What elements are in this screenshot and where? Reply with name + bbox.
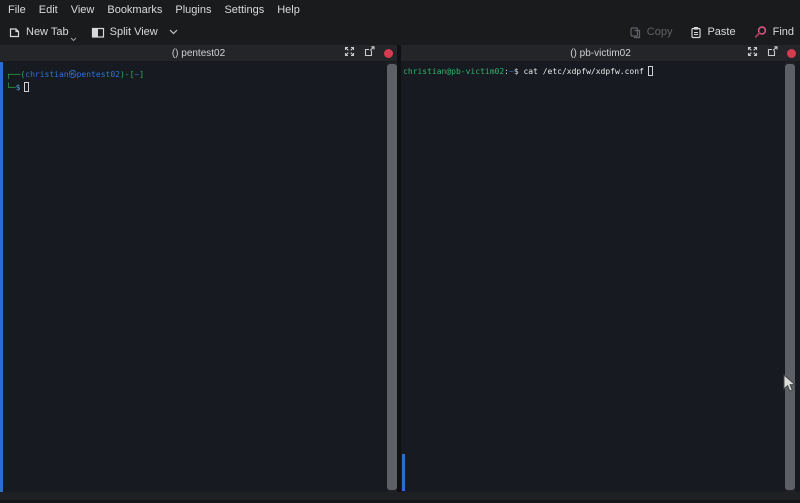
scrollbar-right-pane[interactable] (785, 62, 795, 492)
pane-header-pentest02[interactable]: () pentest02 (0, 45, 397, 62)
split-view-icon (91, 26, 105, 39)
maximize-terminal-icon[interactable] (747, 44, 758, 62)
command-text: cat /etc/xdpfw/xdpfw.conf (523, 67, 643, 76)
terminal-text-pentest02: ┌──(christian㉿pentest02)-[~] └─$ (3, 62, 387, 492)
scrollbar-thumb[interactable] (785, 64, 795, 490)
terminal-cursor (648, 66, 653, 76)
terminal-text-pb-victim02: christian@pb-victim02:~$ cat /etc/xdpfw/… (401, 62, 785, 492)
close-terminal-button[interactable] (384, 49, 393, 58)
new-tab-label: New Tab (26, 26, 69, 38)
menu-edit[interactable]: Edit (39, 4, 58, 16)
split-view-container: () pentest02 (0, 45, 800, 492)
new-tab-button[interactable]: New Tab (8, 26, 69, 39)
copy-icon (629, 26, 642, 39)
scrollbar-left-pane[interactable] (387, 62, 397, 492)
terminal-body-pentest02[interactable]: ┌──(christian㉿pentest02)-[~] └─$ (0, 62, 397, 492)
menu-view[interactable]: View (71, 4, 95, 16)
find-icon (754, 25, 768, 39)
paste-icon (690, 26, 702, 39)
prompt-frame-mid: )-[ (120, 70, 134, 79)
detach-terminal-icon[interactable] (364, 44, 375, 62)
scrollbar-thumb[interactable] (387, 64, 397, 490)
split-view-button[interactable]: Split View (91, 26, 178, 39)
find-button[interactable]: Find (754, 25, 794, 39)
menu-bar: File Edit View Bookmarks Plugins Setting… (0, 0, 800, 19)
toolbar: New Tab Split View (0, 19, 800, 45)
right-edge-pad (795, 62, 800, 492)
menu-help[interactable]: Help (277, 4, 300, 16)
mouse-pointer-icon (783, 374, 796, 398)
terminal-cursor (24, 82, 29, 92)
scroll-highlight-segment (402, 454, 405, 491)
paste-label: Paste (707, 26, 735, 38)
copy-button[interactable]: Copy (629, 26, 673, 39)
konsole-window: File Edit View Bookmarks Plugins Setting… (0, 0, 800, 503)
pane-title-pentest02: () pentest02 (0, 48, 397, 59)
menu-settings[interactable]: Settings (224, 4, 264, 16)
prompt-frame: ┌──( (6, 70, 25, 79)
close-terminal-button[interactable] (787, 49, 796, 58)
terminal-pane-pb-victim02: () pb-victim02 (401, 45, 800, 492)
detach-terminal-icon[interactable] (767, 44, 778, 62)
prompt-frame-line2: └─ (6, 83, 16, 92)
pane-title-pb-victim02: () pb-victim02 (401, 48, 800, 59)
window-bottom-edge (0, 492, 800, 503)
maximize-terminal-icon[interactable] (344, 44, 355, 62)
terminal-body-pb-victim02[interactable]: christian@pb-victim02:~$ cat /etc/xdpfw/… (401, 62, 800, 492)
prompt-symbol: $ (514, 67, 524, 76)
prompt-frame-close: ] (139, 70, 144, 79)
new-tab-dropdown-caret-icon[interactable] (70, 37, 77, 42)
split-view-label: Split View (110, 26, 158, 38)
prompt-user-host: christian@pb-victim02 (403, 67, 504, 76)
menu-plugins[interactable]: Plugins (175, 4, 211, 16)
menu-bookmarks[interactable]: Bookmarks (107, 4, 162, 16)
pane-header-pb-victim02[interactable]: () pb-victim02 (401, 45, 800, 62)
new-tab-icon (8, 26, 21, 39)
menu-file[interactable]: File (8, 4, 26, 16)
paste-button[interactable]: Paste (690, 26, 735, 39)
prompt-user-host: christian㉿pentest02 (25, 70, 120, 79)
copy-label: Copy (647, 26, 673, 38)
prompt-symbol: $ (16, 83, 21, 92)
split-view-chevron-icon[interactable] (169, 29, 178, 35)
terminal-pane-pentest02: () pentest02 (0, 45, 397, 492)
find-label: Find (773, 26, 794, 38)
